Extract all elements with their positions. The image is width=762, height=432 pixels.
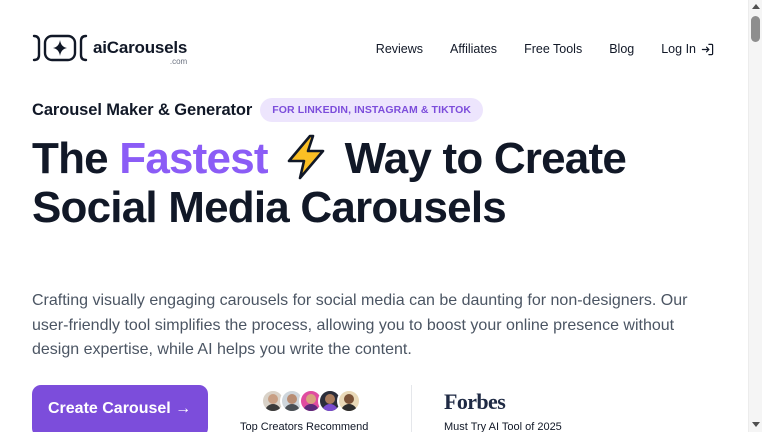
- main-nav: Reviews Affiliates Free Tools Blog Log I…: [376, 41, 714, 57]
- nav-affiliates[interactable]: Affiliates: [450, 41, 497, 57]
- avatar: [337, 389, 361, 413]
- hero-eyebrow: Carousel Maker & Generator FOR LINKEDIN,…: [32, 98, 484, 122]
- forbes-label: Must Try AI Tool of 2025: [444, 421, 562, 432]
- brand-logo[interactable]: aiCarousels .com: [32, 34, 187, 66]
- brand-name: aiCarousels: [93, 38, 188, 57]
- scroll-down-arrow-icon[interactable]: [752, 422, 760, 427]
- sparkle-carousel-icon: [32, 34, 88, 62]
- headline-accent: Fastest: [119, 134, 268, 183]
- login-arrow-icon: [701, 43, 714, 55]
- nav-blog[interactable]: Blog: [609, 41, 634, 57]
- nav-free-tools[interactable]: Free Tools: [524, 41, 582, 57]
- forbes-mention: Forbes Must Try AI Tool of 2025: [444, 389, 562, 432]
- site-header: aiCarousels .com Reviews Affiliates Free…: [32, 34, 716, 66]
- lightning-bolt-icon: [287, 134, 325, 180]
- page-scrollbar[interactable]: [748, 0, 762, 432]
- forbes-logo: Forbes: [444, 389, 506, 414]
- headline-part1: The: [32, 134, 109, 183]
- scroll-thumb[interactable]: [751, 16, 760, 42]
- nav-login[interactable]: Log In: [661, 41, 714, 57]
- hero-description: Crafting visually engaging carousels for…: [32, 292, 688, 358]
- login-label: Log In: [661, 42, 696, 56]
- nav-reviews[interactable]: Reviews: [376, 41, 423, 57]
- scroll-up-arrow-icon[interactable]: [752, 4, 760, 9]
- platform-badge: FOR LINKEDIN, INSTAGRAM & TIKTOK: [260, 98, 484, 122]
- brand-text: aiCarousels .com: [93, 38, 188, 66]
- hero-headline: The Fastest Way to Create Social Media C…: [32, 134, 732, 232]
- create-carousel-button[interactable]: Create Carousel →: [32, 385, 208, 432]
- brand-suffix: .com: [169, 57, 188, 66]
- creators-label: Top Creators Recommend: [240, 421, 369, 432]
- page: aiCarousels .com Reviews Affiliates Free…: [0, 0, 748, 432]
- divider: [411, 385, 412, 432]
- eyebrow-title: Carousel Maker & Generator: [32, 100, 253, 119]
